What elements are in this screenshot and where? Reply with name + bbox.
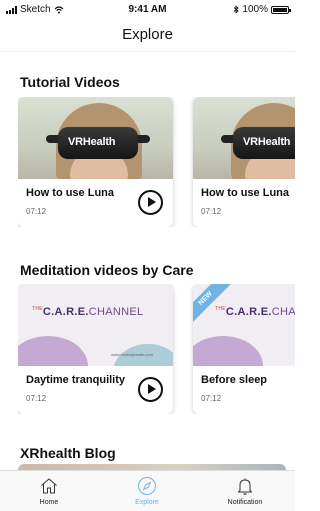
video-title: Daytime tranquility bbox=[26, 374, 126, 386]
tab-notification[interactable]: Notification bbox=[196, 471, 294, 511]
bell-icon bbox=[238, 478, 252, 495]
bluetooth-icon bbox=[234, 5, 240, 14]
video-thumbnail: THEC.A.R.E.CHA NEW bbox=[193, 284, 295, 366]
care-channel-logo: THEC.A.R.E.CHA bbox=[215, 306, 295, 318]
video-card[interactable]: VRHealth How to use Luna 07:12 bbox=[193, 97, 295, 227]
compass-icon bbox=[138, 477, 156, 495]
section-title-tutorial: Tutorial Videos bbox=[20, 74, 120, 90]
video-thumbnail: VRHealth bbox=[193, 97, 295, 179]
tab-bar: Home Explore Notification bbox=[0, 470, 295, 511]
video-title: How to use Luna bbox=[201, 187, 289, 199]
play-button[interactable] bbox=[138, 377, 163, 402]
video-thumbnail: THEC.A.R.E.CHANNEL www.healinghealth.com bbox=[18, 284, 173, 366]
tab-explore[interactable]: Explore bbox=[98, 471, 196, 511]
vr-logo: VRHealth bbox=[243, 136, 291, 148]
battery-percent: 100% bbox=[242, 4, 268, 15]
video-title: How to use Luna bbox=[26, 187, 114, 199]
video-duration: 07:12 bbox=[201, 394, 222, 403]
section-title-meditation: Meditation videos by Care bbox=[20, 262, 194, 278]
tab-label: Notification bbox=[227, 499, 263, 506]
video-card[interactable]: THEC.A.R.E.CHANNEL www.healinghealth.com… bbox=[18, 284, 173, 414]
tab-home[interactable]: Home bbox=[0, 471, 98, 511]
video-duration: 07:12 bbox=[26, 394, 47, 403]
vr-logo: VRHealth bbox=[68, 136, 116, 148]
video-card[interactable]: THEC.A.R.E.CHA NEW Before sleep 07:12 bbox=[193, 284, 295, 414]
home-icon bbox=[41, 478, 57, 494]
status-bar: Sketch 9:41 AM 100% bbox=[0, 0, 295, 18]
care-channel-logo: THEC.A.R.E.CHANNEL bbox=[32, 306, 144, 318]
play-button[interactable] bbox=[138, 190, 163, 215]
section-title-blog: XRhealth Blog bbox=[20, 445, 116, 461]
video-duration: 07:12 bbox=[26, 207, 47, 216]
video-duration: 07:12 bbox=[201, 207, 222, 216]
tab-label: Home bbox=[39, 499, 59, 506]
care-url: www.healinghealth.com bbox=[110, 352, 153, 357]
video-card[interactable]: VRHealth How to use Luna 07:12 bbox=[18, 97, 173, 227]
page-title: Explore bbox=[122, 26, 173, 43]
video-thumbnail: VRHealth bbox=[18, 97, 173, 179]
battery-icon bbox=[271, 5, 291, 14]
tutorial-carousel[interactable]: VRHealth How to use Luna 07:12 VRHealth … bbox=[18, 97, 295, 227]
nav-bar: Explore bbox=[0, 18, 295, 52]
meditation-carousel[interactable]: THEC.A.R.E.CHANNEL www.healinghealth.com… bbox=[18, 284, 295, 414]
tab-label: Explore bbox=[135, 499, 159, 506]
status-right: 100% bbox=[233, 4, 291, 15]
video-title: Before sleep bbox=[201, 374, 268, 386]
